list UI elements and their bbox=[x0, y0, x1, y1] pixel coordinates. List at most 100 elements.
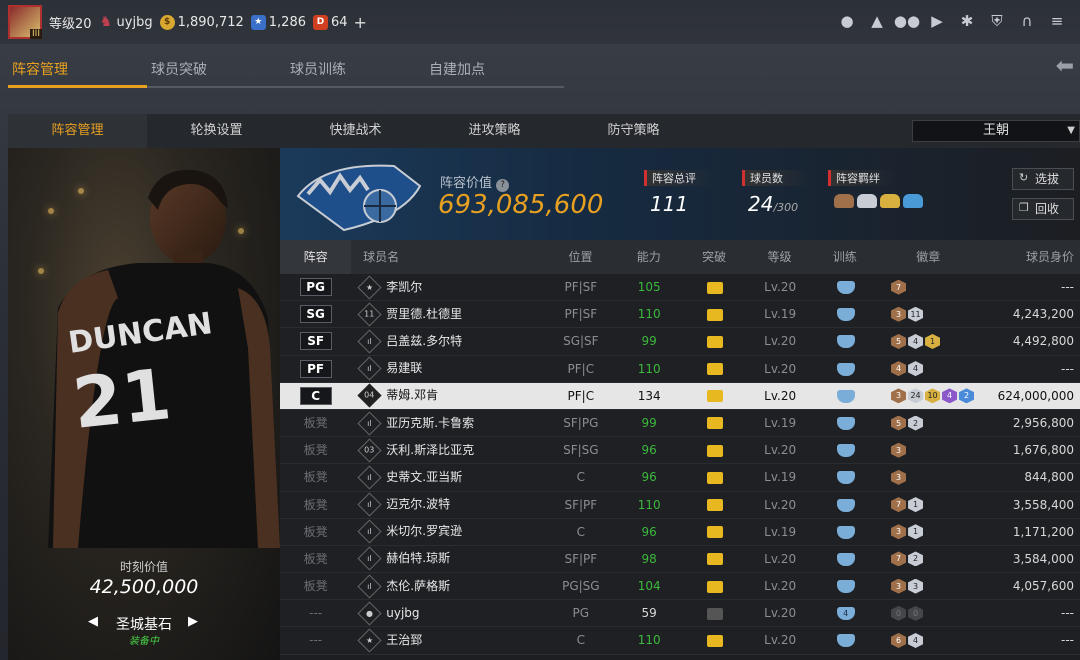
avatar[interactable]: III bbox=[8, 5, 42, 39]
headset-icon[interactable]: ∩ bbox=[1018, 12, 1036, 30]
bond-icon-bronze[interactable] bbox=[834, 194, 854, 208]
table-row[interactable]: 板凳 ıl 史蒂文.亚当斯 C 96 Lv.19 3 844,800 bbox=[280, 464, 1080, 492]
player-position: PF|C bbox=[567, 388, 595, 403]
training-shield-icon[interactable] bbox=[836, 416, 855, 430]
player-ability: 99 bbox=[641, 334, 657, 349]
lineup-dropdown[interactable]: 王朝 ▼ bbox=[912, 120, 1080, 142]
recycle-button[interactable]: ❐ 回收 bbox=[1012, 198, 1074, 220]
profile-icon[interactable]: ● bbox=[838, 12, 856, 30]
training-shield-icon[interactable] bbox=[836, 281, 855, 294]
bond-icon-blue[interactable] bbox=[903, 194, 923, 208]
bond-icon-silver[interactable] bbox=[857, 194, 877, 208]
subtab-defense[interactable]: 防守策略 bbox=[564, 114, 703, 148]
player-card[interactable]: DUNCAN 21 时刻价值 42,500,000 ◀ 圣城基石 ▶ 装备中 bbox=[8, 148, 280, 660]
crown-icon[interactable] bbox=[706, 499, 723, 511]
video-icon[interactable]: ▶ bbox=[928, 12, 946, 30]
training-shield-icon[interactable] bbox=[836, 580, 855, 594]
player-level: Lv.19 bbox=[764, 524, 797, 539]
badge-list: 7 bbox=[887, 274, 976, 300]
training-shield-icon[interactable] bbox=[836, 362, 855, 376]
player-ability: 110 bbox=[637, 361, 661, 376]
coin-balance: $1,890,712 bbox=[159, 14, 244, 30]
table-row[interactable]: PG ★ 李凯尔 PF|SF 105 Lv.20 7 --- bbox=[280, 274, 1080, 302]
player-level: 等级20 bbox=[49, 16, 92, 32]
training-shield-icon[interactable]: 4 bbox=[836, 607, 855, 621]
table-row[interactable]: 板凳 ıl 杰伦.萨格斯 PG|SG 104 Lv.20 33 4,057,60… bbox=[280, 573, 1080, 601]
table-row[interactable]: SG 11 贾里德.杜德里 PF|SF 110 Lv.19 3 11 4,243,… bbox=[280, 301, 1080, 329]
diamond-balance: D 64 + bbox=[313, 13, 367, 32]
bond-icon-gold[interactable] bbox=[880, 194, 900, 208]
shield-icon[interactable]: ⛨ bbox=[988, 12, 1006, 30]
crown-icon[interactable] bbox=[706, 553, 723, 566]
tab-player-breakthrough[interactable]: 球员突破 bbox=[147, 58, 286, 88]
card-value: 42,500,000 bbox=[89, 576, 199, 598]
training-shield-icon[interactable] bbox=[836, 552, 855, 566]
crown-icon[interactable] bbox=[706, 634, 723, 647]
bell-icon[interactable]: ▲ bbox=[868, 12, 886, 30]
player-illustration: DUNCAN 21 bbox=[48, 169, 280, 548]
table-row[interactable]: 板凳 ıl 迈克尔.波特 SF|PF 110 Lv.20 71 3,558,40… bbox=[280, 491, 1080, 519]
next-card-arrow[interactable]: ▶ bbox=[188, 614, 198, 629]
subtab-quick-tactics[interactable]: 快捷战术 bbox=[286, 114, 425, 148]
player-ability: 98 bbox=[641, 551, 657, 566]
badge-list: 31 bbox=[887, 519, 976, 545]
player-type-icon: ıl bbox=[357, 574, 382, 599]
training-shield-icon[interactable] bbox=[836, 525, 855, 539]
badge-list: 52 bbox=[887, 410, 976, 436]
player-ability: 110 bbox=[637, 497, 661, 512]
training-shield-icon[interactable] bbox=[836, 471, 855, 485]
training-shield-icon[interactable] bbox=[836, 335, 855, 349]
table-row[interactable]: 板凳 ıl 亚历克斯.卡鲁索 SF|PG 99 Lv.19 52 2,956,8… bbox=[280, 409, 1080, 438]
gear-icon[interactable]: ✱ bbox=[958, 12, 976, 30]
table-row[interactable]: 板凳 ıl 赫伯特.琼斯 SF|PF 98 Lv.20 72 3,584,000 bbox=[280, 545, 1080, 574]
badge-list: 00 bbox=[887, 600, 976, 626]
back-arrow-icon[interactable]: ⬅ bbox=[1056, 54, 1074, 79]
crown-icon[interactable] bbox=[706, 308, 723, 321]
training-shield-icon[interactable] bbox=[836, 634, 855, 648]
crown-icon[interactable] bbox=[706, 526, 723, 539]
tab-player-training[interactable]: 球员训练 bbox=[286, 58, 425, 88]
crown-icon[interactable] bbox=[706, 444, 723, 457]
bench-label: 板凳 bbox=[303, 497, 328, 512]
player-position: SF|SG bbox=[563, 443, 599, 458]
crown-icon[interactable] bbox=[706, 390, 723, 403]
tab-custom-points[interactable]: 自建加点 bbox=[425, 58, 564, 88]
table-row[interactable]: PF ıl 易建联 PF|C 110 Lv.20 44 --- bbox=[280, 355, 1080, 383]
select-button[interactable]: ↻ 选拔 bbox=[1012, 168, 1074, 190]
player-level: Lv.19 bbox=[764, 470, 797, 485]
player-ability: 104 bbox=[637, 579, 661, 594]
table-row[interactable]: 板凳 03 沃利.斯泽比亚克 SF|SG 96 Lv.20 3 1,676,80… bbox=[280, 437, 1080, 465]
subtab-lineup[interactable]: 阵容管理 bbox=[8, 114, 147, 148]
crown-icon[interactable] bbox=[706, 281, 723, 294]
player-name: 蒂姆.邓肯 bbox=[386, 388, 439, 403]
player-price: --- bbox=[1060, 606, 1074, 621]
add-currency-button[interactable]: + bbox=[354, 13, 367, 32]
subtab-offense[interactable]: 进攻策略 bbox=[425, 114, 564, 148]
friends-icon[interactable]: ●● bbox=[894, 12, 920, 30]
player-name: 王治郅 bbox=[386, 633, 423, 648]
subtab-rotation[interactable]: 轮换设置 bbox=[147, 114, 286, 148]
training-shield-icon[interactable] bbox=[836, 498, 855, 512]
table-row[interactable]: 板凳 ıl 米切尔.罗宾逊 C 96 Lv.19 31 1,171,200 bbox=[280, 518, 1080, 546]
top-icons: ● ▲ ●● ▶ ✱ ⛨ ∩ ≡ bbox=[838, 12, 1066, 30]
training-shield-icon[interactable] bbox=[836, 389, 855, 403]
table-row[interactable]: SF ıl 吕盖兹.多尔特 SG|SF 99 Lv.20 541 4,492,8… bbox=[280, 328, 1080, 356]
tab-lineup-management[interactable]: 阵容管理 bbox=[8, 58, 147, 88]
table-row[interactable]: --- ★ 王治郅 C 110 Lv.20 64 --- bbox=[280, 627, 1080, 655]
player-ability: 105 bbox=[637, 280, 661, 294]
crown-icon[interactable] bbox=[706, 580, 723, 593]
badge-icon: 11 bbox=[908, 306, 924, 322]
badge-icon: 0 bbox=[891, 605, 907, 621]
crown-icon[interactable] bbox=[706, 471, 723, 484]
crown-icon[interactable] bbox=[706, 607, 723, 620]
crown-icon[interactable] bbox=[706, 335, 723, 348]
crown-icon[interactable] bbox=[706, 417, 723, 430]
training-shield-icon[interactable] bbox=[836, 308, 855, 322]
crown-icon[interactable] bbox=[706, 363, 723, 376]
coin-icon: $ bbox=[159, 14, 175, 30]
menu-icon[interactable]: ≡ bbox=[1048, 12, 1066, 30]
player-name: 吕盖兹.多尔特 bbox=[386, 333, 463, 348]
table-row[interactable]: C 04 蒂姆.邓肯 PF|C 134 Lv.20 3 24 10 4 2 624,00… bbox=[280, 382, 1080, 410]
training-shield-icon[interactable] bbox=[836, 444, 855, 458]
table-row[interactable]: --- ● uyjbg PG 59 Lv.20 4 00 --- bbox=[280, 600, 1080, 628]
